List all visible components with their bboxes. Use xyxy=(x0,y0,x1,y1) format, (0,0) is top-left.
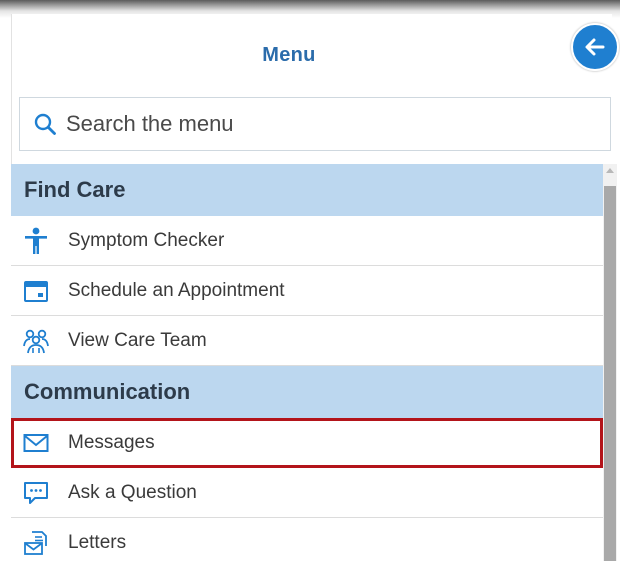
search-box[interactable] xyxy=(19,97,611,151)
menu-item-label: View Care Team xyxy=(68,329,207,351)
menu-item-ask-question[interactable]: Ask a Question xyxy=(11,468,603,518)
section-header-find-care: Find Care xyxy=(11,164,603,216)
menu-list: Find Care Symptom Checker Schedule an Ap… xyxy=(11,164,603,561)
search-icon xyxy=(33,112,57,136)
scroll-thumb[interactable] xyxy=(604,186,616,561)
menu-item-letters[interactable]: Letters xyxy=(11,518,603,561)
section-title: Find Care xyxy=(24,177,126,202)
section-title: Communication xyxy=(24,379,191,404)
menu-item-label: Messages xyxy=(68,431,155,453)
letter-document-icon xyxy=(22,529,50,557)
menu-item-label: Ask a Question xyxy=(68,481,197,503)
menu-item-symptom-checker[interactable]: Symptom Checker xyxy=(11,216,603,266)
menu-item-label: Symptom Checker xyxy=(68,229,225,251)
person-accessibility-icon xyxy=(22,227,50,255)
menu-item-messages[interactable]: Messages xyxy=(11,418,603,468)
menu-title: Menu xyxy=(262,44,316,66)
vertical-scrollbar[interactable] xyxy=(603,164,617,561)
chat-bubble-icon xyxy=(22,479,50,507)
search-input[interactable] xyxy=(66,111,586,137)
back-button[interactable] xyxy=(571,23,619,71)
menu-item-label: Schedule an Appointment xyxy=(68,279,285,301)
arrow-left-icon xyxy=(585,38,605,56)
menu-item-view-care-team[interactable]: View Care Team xyxy=(11,316,603,366)
menu-item-schedule-appointment[interactable]: Schedule an Appointment xyxy=(11,266,603,316)
envelope-icon xyxy=(22,429,50,457)
calendar-icon xyxy=(22,277,50,305)
section-header-communication: Communication xyxy=(11,366,603,418)
care-team-icon xyxy=(22,327,50,355)
menu-screen: Menu Find Care Symptom Checker xyxy=(0,0,620,561)
scroll-up-arrow-icon[interactable] xyxy=(606,168,614,173)
menu-item-label: Letters xyxy=(68,531,127,553)
